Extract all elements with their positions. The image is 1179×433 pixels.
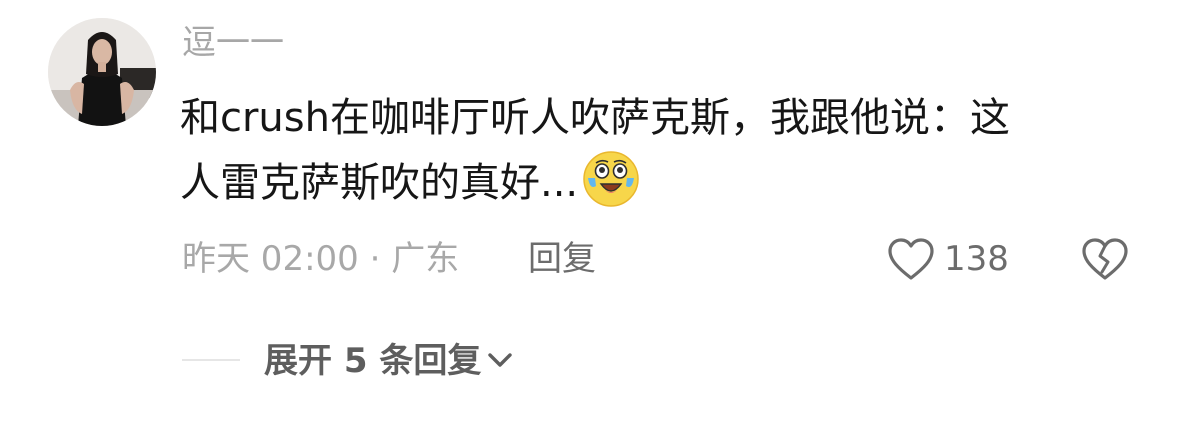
divider [182,359,240,361]
expand-replies-button[interactable]: 展开 5 条回复 [264,338,515,384]
comment-text-line: 人雷克萨斯吹的真好... [180,150,1160,214]
comment-item: 逗一一 和crush在咖啡厅听人吹萨克斯，我跟他说：这 人雷克萨斯吹的真好...… [0,0,1179,433]
chevron-down-icon [488,353,513,367]
comment-text-line-2: 人雷克萨斯吹的真好... [180,160,579,206]
laughing-crying-emoji-icon [583,151,639,207]
expand-replies-label: 展开 5 条回复 [264,341,482,381]
broken-heart-icon[interactable] [1080,236,1130,282]
reply-button[interactable]: 回复 [528,236,596,282]
comment-text: 和crush在咖啡厅听人吹萨克斯，我跟他说：这 人雷克萨斯吹的真好... [180,86,1160,214]
comment-meta: 昨天 02:00 · 广东 [182,239,460,279]
username[interactable]: 逗一一 [182,20,284,66]
avatar[interactable] [48,18,156,126]
comment-text-line: 和crush在咖啡厅听人吹萨克斯，我跟他说：这 [180,95,1010,141]
heart-outline-icon[interactable] [886,236,936,282]
like-count: 138 [944,239,1009,279]
